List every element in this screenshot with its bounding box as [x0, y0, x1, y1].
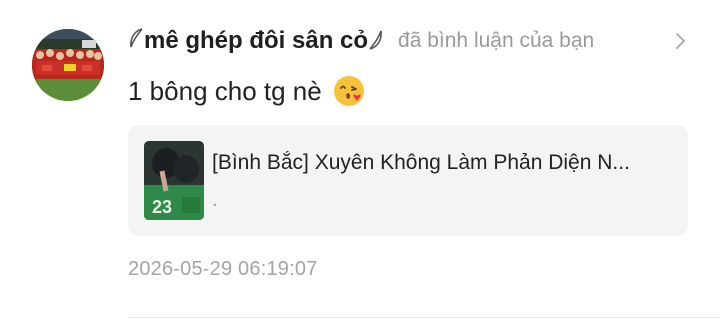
story-subtitle: . [212, 189, 218, 211]
linked-story-card[interactable]: 23 [Bình Bắc] Xuyên Không Làm Phản Diện … [128, 125, 688, 236]
story-title[interactable]: [Bình Bắc] Xuyên Không Làm Phản Diện N..… [212, 151, 672, 175]
action-text: đã bình luận của bạn [398, 29, 595, 52]
notification-header: mê ghép đôi sân cỏ đã bình luận của bạn [128, 24, 698, 58]
chevron-right-icon[interactable] [674, 32, 688, 50]
feather-left-icon [128, 27, 144, 56]
story-cover-thumbnail: 23 [144, 141, 204, 220]
avatar[interactable] [32, 29, 104, 101]
svg-text:23: 23 [152, 197, 172, 217]
comment-notification[interactable]: mê ghép đôi sân cỏ đã bình luận của bạn … [0, 0, 720, 319]
username[interactable]: mê ghép đôi sân cỏ [144, 27, 368, 55]
team-photo-avatar [32, 29, 104, 101]
face-blowing-kiss-icon [332, 74, 366, 108]
feather-right-icon [368, 27, 384, 56]
comment-body: 1 bông cho tg nè [128, 74, 366, 108]
divider [128, 317, 720, 318]
timestamp: 2026-05-29 06:19:07 [128, 258, 318, 280]
comment-text: 1 bông cho tg nè [128, 75, 322, 106]
